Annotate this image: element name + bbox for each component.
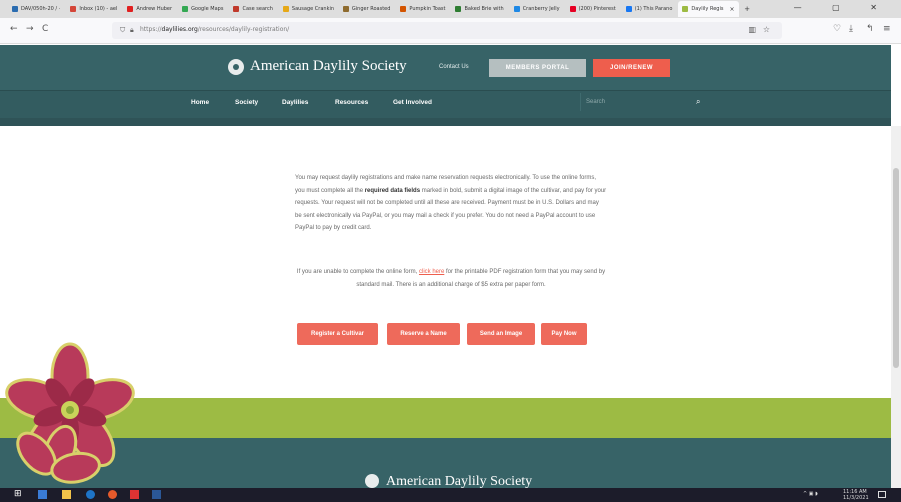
daylily-flower-image xyxy=(5,342,135,484)
shield-icon[interactable]: ⛉ xyxy=(120,26,125,35)
registration-intro-paragraph: You may request daylily registrations an… xyxy=(295,175,607,231)
tab-label: (200) Pinterest xyxy=(578,6,616,12)
tab-label: DAV/050h-20 / · xyxy=(21,6,61,12)
close-tab-icon[interactable]: × xyxy=(729,6,734,13)
browser-tab-active[interactable]: Daylily Regis × xyxy=(678,1,739,17)
nav-home[interactable]: Home xyxy=(191,99,209,106)
tab-label: Sausage Crankin xyxy=(291,6,335,12)
extension-icon[interactable]: ↰ xyxy=(866,24,874,34)
lock-icon[interactable]: 🔒︎ xyxy=(130,26,134,35)
tab-favicon-icon xyxy=(233,6,240,12)
browser-tab-strip: DAV/050h-20 / · Inbox (10) - ael Andrew Hu… xyxy=(0,0,901,18)
pocket-icon[interactable]: ♡ xyxy=(833,24,841,34)
tab-favicon-icon xyxy=(455,6,462,12)
tab-label: Cranberry Jelly xyxy=(522,6,560,12)
send-image-button[interactable]: Send an Image xyxy=(467,323,535,345)
browser-tab[interactable]: Inbox (10) - ael xyxy=(66,1,121,17)
nav-daylilies[interactable]: Daylilies xyxy=(282,99,308,106)
reload-button[interactable]: C xyxy=(42,24,48,34)
search-placeholder: Search xyxy=(586,99,606,105)
members-portal-button[interactable]: MEMBERS PORTAL xyxy=(489,59,586,77)
site-title[interactable]: American Daylily Society xyxy=(250,58,407,75)
edge-browser-icon[interactable] xyxy=(86,490,95,499)
click-here-link[interactable]: click here xyxy=(419,269,444,275)
tab-label: Baked Brie with xyxy=(464,6,504,12)
browser-tab[interactable]: Ginger Roasted xyxy=(339,1,395,17)
tab-label: Daylily Regis xyxy=(691,6,724,12)
browser-tab[interactable]: Google Maps xyxy=(178,1,227,17)
download-icon[interactable]: ⤓ xyxy=(849,24,853,34)
screen: DAV/050h-20 / · Inbox (10) - ael Andrew Hu… xyxy=(0,0,901,502)
url-text[interactable]: https://daylilies.org/resources/daylily-… xyxy=(140,26,289,33)
task-view-icon[interactable] xyxy=(38,490,47,499)
browser-tab[interactable]: (1) This Parano xyxy=(622,1,677,17)
nav-resources[interactable]: Resources xyxy=(335,99,368,106)
tab-label: Andrew Huber xyxy=(136,6,173,12)
browser-tab[interactable]: Baked Brie with xyxy=(451,1,507,17)
tab-favicon-icon xyxy=(182,6,189,12)
new-tab-button[interactable]: + xyxy=(745,4,750,14)
tab-favicon-icon xyxy=(400,6,407,12)
contact-us-link[interactable]: Contact Us xyxy=(439,64,469,70)
browser-tab[interactable]: Case search xyxy=(229,1,276,17)
tab-label: (1) This Parano xyxy=(634,6,673,12)
outlook-icon[interactable] xyxy=(152,490,161,499)
app-icon[interactable] xyxy=(130,490,139,499)
paper-form-paragraph: If you are unable to complete the online… xyxy=(296,269,606,288)
header-shadow-strip xyxy=(0,118,891,126)
join-renew-button[interactable]: JOIN/RENEW xyxy=(593,59,670,77)
browser-tab[interactable]: Pumpkin Toast xyxy=(396,1,449,17)
tab-label: Case search xyxy=(242,6,273,12)
tab-favicon-icon xyxy=(70,6,77,12)
nav-get-involved[interactable]: Get Involved xyxy=(393,99,432,106)
footer-logo-icon[interactable] xyxy=(365,474,379,488)
tab-favicon-icon xyxy=(513,6,520,12)
forward-button[interactable]: → xyxy=(26,24,34,34)
tab-label: Ginger Roasted xyxy=(351,6,391,12)
tab-favicon-icon xyxy=(342,6,349,12)
pay-now-button[interactable]: Pay Now xyxy=(541,323,587,345)
nav-society[interactable]: Society xyxy=(235,99,258,106)
tab-label: Pumpkin Toast xyxy=(409,6,446,12)
tab-label: Google Maps xyxy=(191,6,224,12)
browser-tab[interactable]: (200) Pinterest xyxy=(566,1,620,17)
browser-toolbar: ← → C ⛉ 🔒︎ https://daylilies.org/resourc… xyxy=(0,18,901,44)
tab-favicon-icon xyxy=(282,6,289,12)
scrollbar-thumb[interactable] xyxy=(893,168,899,368)
reserve-name-button[interactable]: Reserve a Name xyxy=(387,323,460,345)
notifications-icon[interactable] xyxy=(878,491,886,498)
tab-favicon-icon xyxy=(569,6,576,12)
tab-favicon-icon xyxy=(12,6,18,12)
reader-view-icon[interactable]: ▥ xyxy=(748,25,756,34)
tab-favicon-icon xyxy=(625,6,632,12)
file-explorer-icon[interactable] xyxy=(62,490,71,499)
firefox-icon[interactable] xyxy=(108,490,117,499)
system-tray-icons[interactable]: ^ ▣ ◗ xyxy=(803,492,818,497)
register-cultivar-button[interactable]: Register a Cultivar xyxy=(297,323,378,345)
browser-tab[interactable]: Cranberry Jelly xyxy=(510,1,564,17)
clock-date[interactable]: 11/3/2021 xyxy=(843,496,869,501)
browser-tab[interactable]: DAV/050h-20 / · xyxy=(8,1,64,17)
back-button[interactable]: ← xyxy=(10,24,18,34)
tab-label: Inbox (10) - ael xyxy=(79,6,118,12)
tab-favicon-icon xyxy=(127,6,134,12)
browser-tab[interactable]: Andrew Huber xyxy=(123,1,176,17)
tab-favicon-icon xyxy=(682,6,689,12)
daylily-logo-center xyxy=(233,64,239,70)
menu-icon[interactable]: ≡ xyxy=(883,24,891,34)
start-button-icon[interactable]: ⊞ xyxy=(14,490,22,499)
site-main-nav xyxy=(0,90,891,118)
bookmark-star-icon[interactable]: ☆ xyxy=(763,25,770,34)
search-icon[interactable]: ⌕ xyxy=(696,97,700,107)
window-controls[interactable]: — ▢ ✕ xyxy=(794,3,891,12)
address-bar[interactable]: ⛉ 🔒︎ https://daylilies.org/resources/day… xyxy=(112,22,782,39)
browser-tab[interactable]: Sausage Crankin xyxy=(279,1,337,17)
